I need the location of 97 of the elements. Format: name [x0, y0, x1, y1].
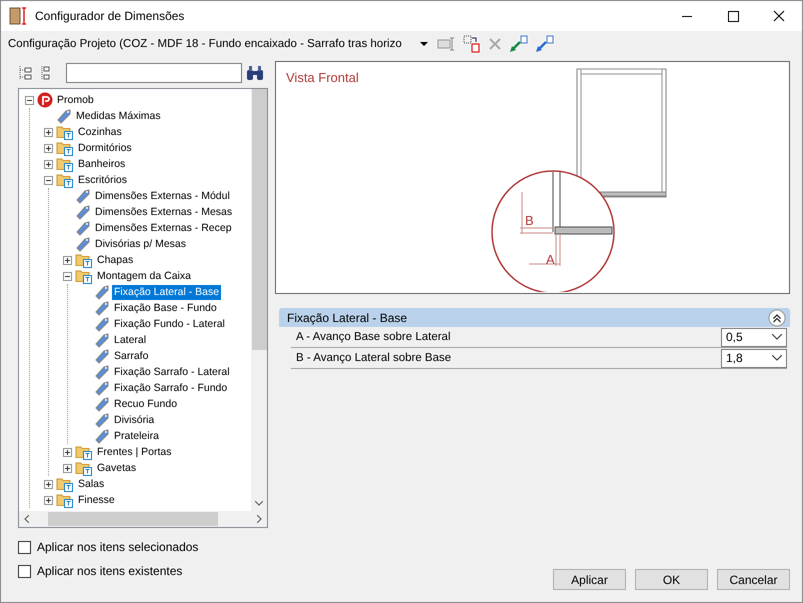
logo-icon — [37, 92, 53, 108]
copy-icon[interactable] — [463, 35, 481, 53]
folder-icon — [56, 172, 74, 188]
dialog-button[interactable]: Cancelar — [717, 569, 790, 590]
tag-icon — [94, 284, 110, 300]
folder-icon — [56, 476, 74, 492]
tree-item[interactable]: Frentes | Portas — [95, 444, 174, 460]
window-title: Configurador de Dimensões — [35, 9, 186, 23]
expander-icon[interactable] — [63, 464, 72, 472]
tree-item[interactable]: Gavetas — [95, 460, 138, 476]
collapse-all-icon[interactable] — [18, 65, 34, 81]
checkbox[interactable] — [18, 564, 31, 578]
chevron-down-icon — [772, 334, 782, 340]
tag-icon — [94, 332, 110, 348]
tag-icon — [75, 204, 91, 220]
tree-item[interactable]: Dormitórios — [76, 140, 134, 156]
tree-item[interactable]: Montagem da Caixa — [95, 268, 193, 284]
checkbox-label: Aplicar nos itens selecionados — [37, 540, 198, 554]
folder-icon — [56, 492, 74, 508]
tag-icon — [94, 348, 110, 364]
expander-icon[interactable] — [44, 144, 53, 152]
tree-item[interactable]: Fixação Sarrafo - Fundo — [112, 380, 230, 396]
value-dropdown[interactable]: 1,8 — [721, 348, 787, 368]
search-field[interactable] — [66, 63, 242, 83]
expander-icon[interactable] — [44, 176, 53, 184]
property-label: A - Avanço Base sobre Lateral — [295, 331, 450, 343]
folder-icon — [56, 156, 74, 172]
checkbox-label: Aplicar nos itens existentes — [37, 564, 182, 578]
tree-item[interactable]: Prateleira — [112, 428, 161, 444]
tree-item[interactable]: Divisória — [112, 412, 156, 428]
tree-item[interactable]: Salas — [76, 476, 106, 492]
tree-item[interactable]: Finesse — [76, 492, 117, 508]
tag-icon — [94, 364, 110, 380]
tag-icon — [94, 300, 110, 316]
tree-item[interactable]: Dimensões Externas - Recep — [93, 220, 234, 236]
collapse-icon[interactable] — [768, 308, 786, 326]
folder-icon — [56, 140, 74, 156]
tree-item[interactable]: Divisórias p/ Mesas — [93, 236, 188, 252]
tag-icon — [56, 108, 72, 124]
value-dropdown[interactable]: 0,5 — [721, 328, 787, 346]
tree-item[interactable]: Fixação Sarrafo - Lateral — [112, 364, 232, 380]
expander-icon[interactable] — [44, 496, 53, 504]
tree-item[interactable]: Lateral — [112, 332, 148, 348]
tree-item[interactable]: Chapas — [95, 252, 136, 268]
tree-item[interactable]: Dimensões Externas - Mesas — [93, 204, 234, 220]
expander-icon[interactable] — [63, 272, 72, 280]
folder-icon — [56, 124, 74, 140]
expander-icon[interactable] — [63, 448, 72, 456]
folder-icon — [75, 444, 93, 460]
tree-item[interactable]: Cozinhas — [76, 124, 124, 140]
expander-icon[interactable] — [44, 160, 53, 168]
chevron-down-icon — [772, 355, 782, 361]
tag-icon — [75, 220, 91, 236]
tag-icon — [94, 396, 110, 412]
dialog-button[interactable]: Aplicar — [553, 569, 626, 590]
tag-icon — [75, 236, 91, 252]
preview-title: Vista Frontal — [286, 70, 359, 85]
export-icon[interactable] — [535, 35, 555, 53]
tree-item[interactable]: Dimensões Externas - Módul — [93, 188, 232, 204]
dimension-label: B — [525, 213, 534, 228]
expander-icon[interactable] — [25, 96, 34, 104]
tag-icon — [94, 380, 110, 396]
horizontal-scrollbar[interactable] — [19, 511, 267, 527]
dimension-label: A — [546, 252, 555, 267]
tree-item[interactable]: Fixação Lateral - Base — [112, 284, 222, 300]
expander-icon[interactable] — [44, 128, 53, 136]
tag-icon — [94, 412, 110, 428]
configuration-dropdown[interactable]: Configuração Projeto (COZ - MDF 18 - Fundo encaixado - Sarrafo tras horizo — [5, 33, 431, 55]
import-icon[interactable] — [509, 35, 529, 53]
scroll-down-icon[interactable] — [255, 501, 263, 506]
rename-icon[interactable] — [437, 36, 457, 52]
tree-item[interactable]: Recuo Fundo — [112, 396, 180, 412]
binoculars-icon[interactable] — [246, 65, 264, 81]
checkbox[interactable] — [18, 540, 31, 554]
folder-icon — [75, 268, 93, 284]
expander-icon[interactable] — [63, 256, 72, 264]
tag-icon — [75, 188, 91, 204]
tree-item[interactable]: Escritórios — [76, 172, 130, 188]
scroll-right-icon[interactable] — [257, 515, 262, 523]
folder-icon — [75, 460, 93, 476]
folder-icon — [75, 252, 93, 268]
tree-item[interactable]: Banheiros — [76, 156, 128, 172]
tag-icon — [94, 428, 110, 444]
property-group-header[interactable]: Fixação Lateral - Base — [279, 308, 790, 327]
dialog-button[interactable]: OK — [635, 569, 708, 590]
vertical-scrollbar[interactable] — [251, 89, 267, 511]
app-icon — [9, 7, 29, 25]
scroll-left-icon[interactable] — [24, 515, 29, 523]
tree-item[interactable]: Fixação Base - Fundo — [112, 300, 219, 316]
tree-item[interactable]: Sarrafo — [112, 348, 150, 364]
property-label: B - Avanço Lateral sobre Base — [295, 352, 452, 364]
tag-icon — [94, 316, 110, 332]
caret-icon — [420, 42, 428, 46]
expander-icon[interactable] — [44, 480, 53, 488]
tree-item[interactable]: Fixação Fundo - Lateral — [112, 316, 227, 332]
tree-item[interactable]: Medidas Máximas — [74, 108, 163, 124]
tree-item[interactable]: Promob — [55, 92, 96, 108]
